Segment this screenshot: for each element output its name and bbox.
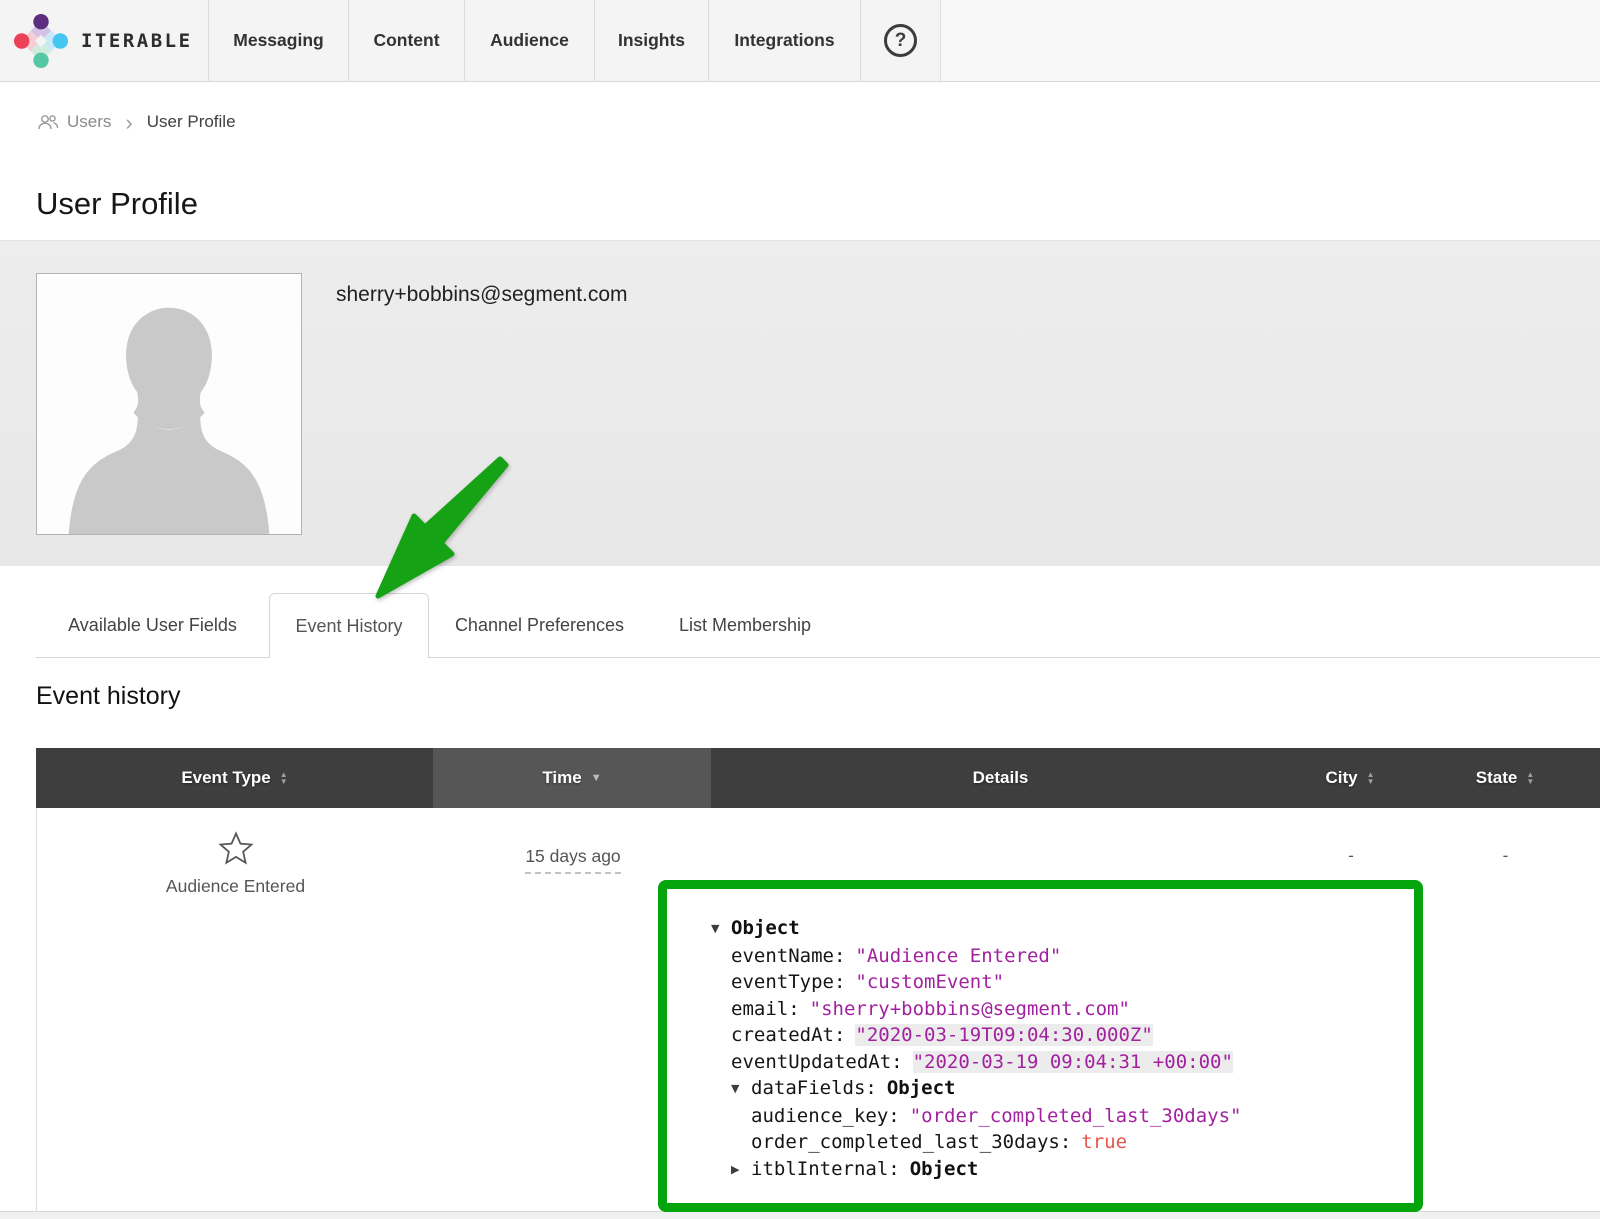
- relative-time[interactable]: 15 days ago: [525, 846, 620, 874]
- column-label: Details: [973, 768, 1029, 788]
- json-line: ▼Object: [711, 915, 1414, 943]
- event-table-header: Event Type ▲▼ Time ▼ Details City ▲▼ Sta…: [36, 748, 1600, 808]
- star-icon: [217, 830, 255, 868]
- collapse-toggle-icon[interactable]: ▶: [731, 1157, 751, 1184]
- help-button[interactable]: ?: [860, 0, 940, 81]
- tab-list-membership[interactable]: List Membership: [650, 593, 840, 658]
- person-silhouette-icon: [37, 274, 301, 534]
- breadcrumb-users-link[interactable]: Users: [36, 112, 111, 132]
- json-value: true: [1081, 1131, 1127, 1153]
- nav-item-label: Audience: [490, 30, 569, 51]
- help-icon: ?: [884, 24, 917, 57]
- json-key: audience_key:: [751, 1105, 900, 1127]
- nav-item-label: Insights: [618, 30, 685, 51]
- nav-item-content[interactable]: Content: [348, 0, 464, 81]
- profile-banner: sherry+bobbins@segment.com: [0, 240, 1600, 566]
- nav-item-label: Integrations: [734, 30, 834, 51]
- event-type-label: Audience Entered: [166, 876, 305, 897]
- column-label: State: [1476, 768, 1518, 788]
- state-cell: -: [1411, 808, 1600, 1211]
- expand-toggle-icon[interactable]: ▼: [711, 916, 731, 943]
- sort-icon: ▲▼: [1367, 771, 1375, 785]
- json-value: "2020-03-19 09:04:31 +00:00": [913, 1051, 1233, 1073]
- nav-item-label: Content: [373, 30, 439, 51]
- json-line: audience_key: "order_completed_last_30day…: [711, 1103, 1414, 1130]
- tab-label: List Membership: [679, 615, 811, 636]
- annotation-box: ▼Object eventName:"Audience Entered" eve…: [658, 880, 1423, 1212]
- json-value: "order_completed_last_30days": [910, 1105, 1242, 1127]
- brand-name: ITERABLE: [81, 30, 193, 52]
- profile-email: sherry+bobbins@segment.com: [336, 283, 628, 307]
- tab-available-user-fields[interactable]: Available User Fields: [36, 593, 269, 658]
- iterable-logo[interactable]: ITERABLE: [0, 0, 208, 81]
- breadcrumb-separator-icon: ›: [125, 114, 132, 131]
- json-line: eventName: "Audience Entered": [711, 943, 1414, 970]
- nav-item-messaging[interactable]: Messaging: [208, 0, 348, 81]
- expand-toggle-icon[interactable]: ▼: [731, 1076, 751, 1103]
- json-key: order_completed_last_30days:: [751, 1131, 1071, 1153]
- json-line: order_completed_last_30days: true: [711, 1129, 1414, 1156]
- column-label: Event Type: [181, 768, 270, 788]
- profile-tabs: Available User Fields Event History Chan…: [36, 593, 1600, 658]
- json-key: eventType:: [731, 971, 845, 993]
- json-value: "sherry+bobbins@segment.com": [810, 998, 1130, 1020]
- event-row: Audience Entered 15 days ago - - ▼Object…: [36, 808, 1600, 1211]
- nav-item-integrations[interactable]: Integrations: [708, 0, 860, 81]
- json-key: createdAt:: [731, 1024, 845, 1046]
- users-icon: [36, 113, 60, 132]
- top-navigation: ITERABLE Messaging Content Audience Insi…: [0, 0, 1600, 82]
- tab-event-history[interactable]: Event History: [269, 593, 429, 658]
- json-value: Object: [910, 1158, 979, 1180]
- avatar: [36, 273, 302, 535]
- tab-channel-preferences[interactable]: Channel Preferences: [429, 593, 650, 658]
- sort-icon: ▲▼: [280, 771, 288, 785]
- nav-item-insights[interactable]: Insights: [594, 0, 708, 81]
- json-value: "customEvent": [855, 971, 1004, 993]
- json-tree: ▼Object eventName:"Audience Entered" eve…: [667, 889, 1414, 1183]
- json-key: eventName:: [731, 945, 845, 967]
- event-history-heading: Event history: [36, 682, 181, 711]
- json-value: "Audience Entered": [855, 945, 1061, 967]
- json-key: email:: [731, 998, 800, 1020]
- tab-label: Event History: [295, 616, 402, 637]
- breadcrumb: Users › User Profile: [36, 112, 236, 132]
- page-title: User Profile: [36, 186, 198, 222]
- json-key: eventUpdatedAt:: [731, 1051, 903, 1073]
- column-header-city[interactable]: City ▲▼: [1290, 748, 1410, 808]
- json-key: dataFields:: [751, 1077, 877, 1099]
- tab-label: Available User Fields: [68, 615, 237, 636]
- sort-icon: ▲▼: [1526, 771, 1534, 785]
- column-header-details: Details: [711, 748, 1290, 808]
- json-key: itblInternal:: [751, 1158, 900, 1180]
- iterable-logo-icon: [14, 14, 68, 68]
- json-line: eventUpdatedAt: "2020-03-19 09:04:31 +00:…: [711, 1049, 1414, 1076]
- column-label: City: [1325, 768, 1357, 788]
- breadcrumb-root-label: Users: [67, 112, 111, 132]
- json-line: createdAt: "2020-03-19T09:04:30.000Z": [711, 1022, 1414, 1049]
- json-value: Object: [731, 917, 800, 939]
- sort-desc-icon: ▼: [591, 772, 602, 784]
- json-line: email: "sherry+bobbins@segment.com": [711, 996, 1414, 1023]
- json-line: ▶itblInternal: Object: [711, 1156, 1414, 1184]
- page-bottom-strip: [0, 1211, 1600, 1219]
- tab-label: Channel Preferences: [455, 615, 624, 636]
- json-value: Object: [887, 1077, 956, 1099]
- nav-item-audience[interactable]: Audience: [464, 0, 594, 81]
- column-header-time[interactable]: Time ▼: [433, 748, 711, 808]
- nav-spacer: [940, 0, 1600, 81]
- nav-item-label: Messaging: [233, 30, 323, 51]
- column-label: Time: [542, 768, 581, 788]
- event-type-cell: Audience Entered: [37, 808, 434, 1211]
- column-header-state[interactable]: State ▲▼: [1410, 748, 1600, 808]
- json-line: eventType: "customEvent": [711, 969, 1414, 996]
- json-value: "2020-03-19T09:04:30.000Z": [855, 1024, 1152, 1046]
- breadcrumb-current: User Profile: [147, 112, 236, 132]
- json-line: ▼dataFields: Object: [711, 1075, 1414, 1103]
- column-header-event-type[interactable]: Event Type ▲▼: [36, 748, 433, 808]
